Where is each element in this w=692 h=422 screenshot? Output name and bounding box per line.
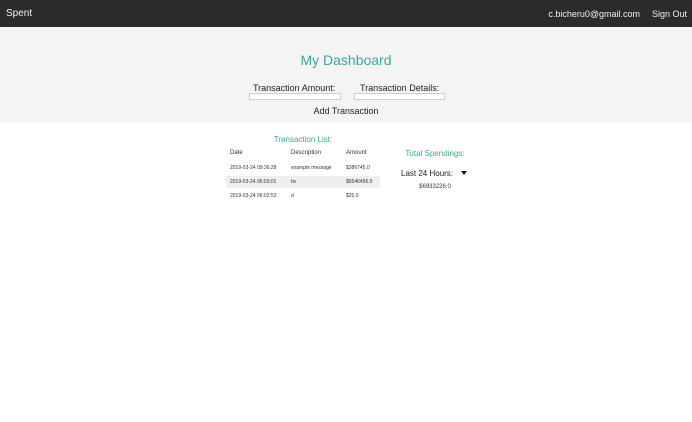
cell-description: bv bbox=[291, 179, 297, 185]
cell-description: example message bbox=[291, 165, 332, 171]
brand-link[interactable]: Spent bbox=[6, 8, 32, 19]
cell-amount: $386745.0 bbox=[346, 165, 370, 171]
cell-amount: $25.0 bbox=[346, 193, 359, 199]
cell-amount: $6546456.0 bbox=[346, 179, 373, 185]
cell-date: 2019-03-24 09:36:28 bbox=[230, 165, 277, 171]
top-navbar: Spent c.bicheru0@gmail.com Sign Out bbox=[0, 0, 692, 27]
table-row[interactable]: 2019-03-24 09:36:28 example message $386… bbox=[226, 162, 380, 174]
transaction-list-title: Transaction List: bbox=[273, 135, 333, 144]
sign-out-link[interactable]: Sign Out bbox=[652, 9, 687, 19]
transaction-details-input[interactable] bbox=[354, 93, 445, 100]
transaction-details-label: Transaction Details: bbox=[360, 83, 440, 93]
add-transaction-panel: My Dashboard Transaction Amount: Transac… bbox=[0, 27, 692, 123]
cell-date: 2019-03-24 06:02:53 bbox=[230, 193, 277, 199]
transaction-amount-label: Transaction Amount: bbox=[253, 83, 336, 93]
column-header-description: Description bbox=[291, 150, 322, 156]
period-select[interactable]: Last 24 Hours: bbox=[401, 169, 453, 178]
user-email: c.bicheru0@gmail.com bbox=[548, 9, 640, 19]
table-row[interactable]: 2019-03-24 06:03:01 bv $6546456.0 bbox=[226, 176, 380, 188]
column-header-date: Date bbox=[230, 150, 243, 156]
add-transaction-button[interactable]: Add Transaction bbox=[300, 105, 392, 117]
cell-date: 2019-03-24 06:03:01 bbox=[230, 179, 277, 185]
cell-description: d bbox=[291, 193, 294, 199]
total-spendings-value: $6933226.0 bbox=[419, 184, 451, 190]
column-header-amount: Amount bbox=[346, 150, 367, 156]
caret-down-icon[interactable] bbox=[461, 171, 467, 175]
table-row[interactable]: 2019-03-24 06:02:53 d $25.0 bbox=[226, 190, 380, 202]
total-spendings-title: Total Spendings: bbox=[405, 149, 465, 158]
page-title: My Dashboard bbox=[300, 52, 392, 68]
transaction-amount-input[interactable] bbox=[249, 93, 341, 100]
